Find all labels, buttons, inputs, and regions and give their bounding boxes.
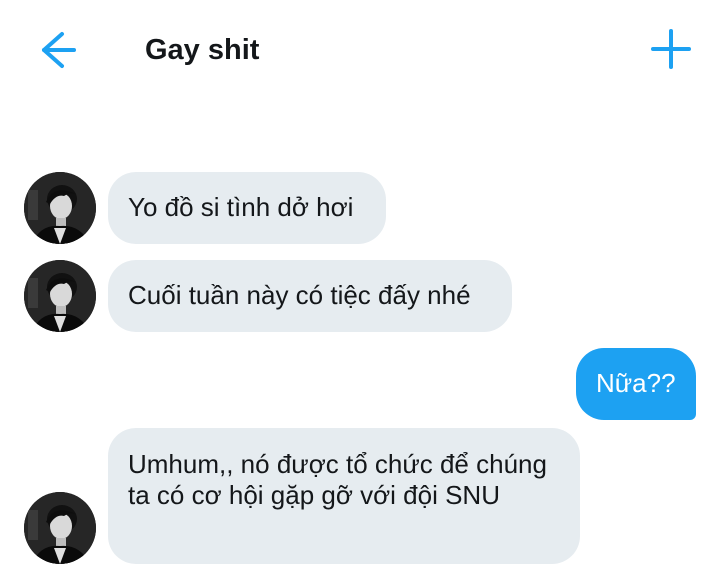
message-bubble-incoming[interactable]: Umhum,, nó được tổ chức để chúng ta có c…	[108, 428, 580, 564]
message-bubble-outgoing[interactable]: Nữa??	[576, 348, 696, 420]
avatar[interactable]	[24, 260, 96, 332]
add-button[interactable]	[648, 27, 694, 71]
message-bubble-incoming[interactable]: Cuối tuần này có tiệc đấy nhé	[108, 260, 512, 332]
avatar[interactable]	[24, 492, 96, 564]
arrow-left-icon	[42, 32, 76, 68]
back-button[interactable]	[34, 30, 78, 70]
message-bubble-incoming[interactable]: Yo đồ si tình dở hơi	[108, 172, 386, 244]
avatar-image	[24, 172, 96, 244]
conversation-title: Gay shit	[145, 34, 260, 66]
avatar-image	[24, 492, 96, 564]
avatar[interactable]	[24, 172, 96, 244]
conversation-header: Gay shit	[0, 0, 720, 100]
plus-icon	[651, 29, 691, 69]
avatar-image	[24, 260, 96, 332]
